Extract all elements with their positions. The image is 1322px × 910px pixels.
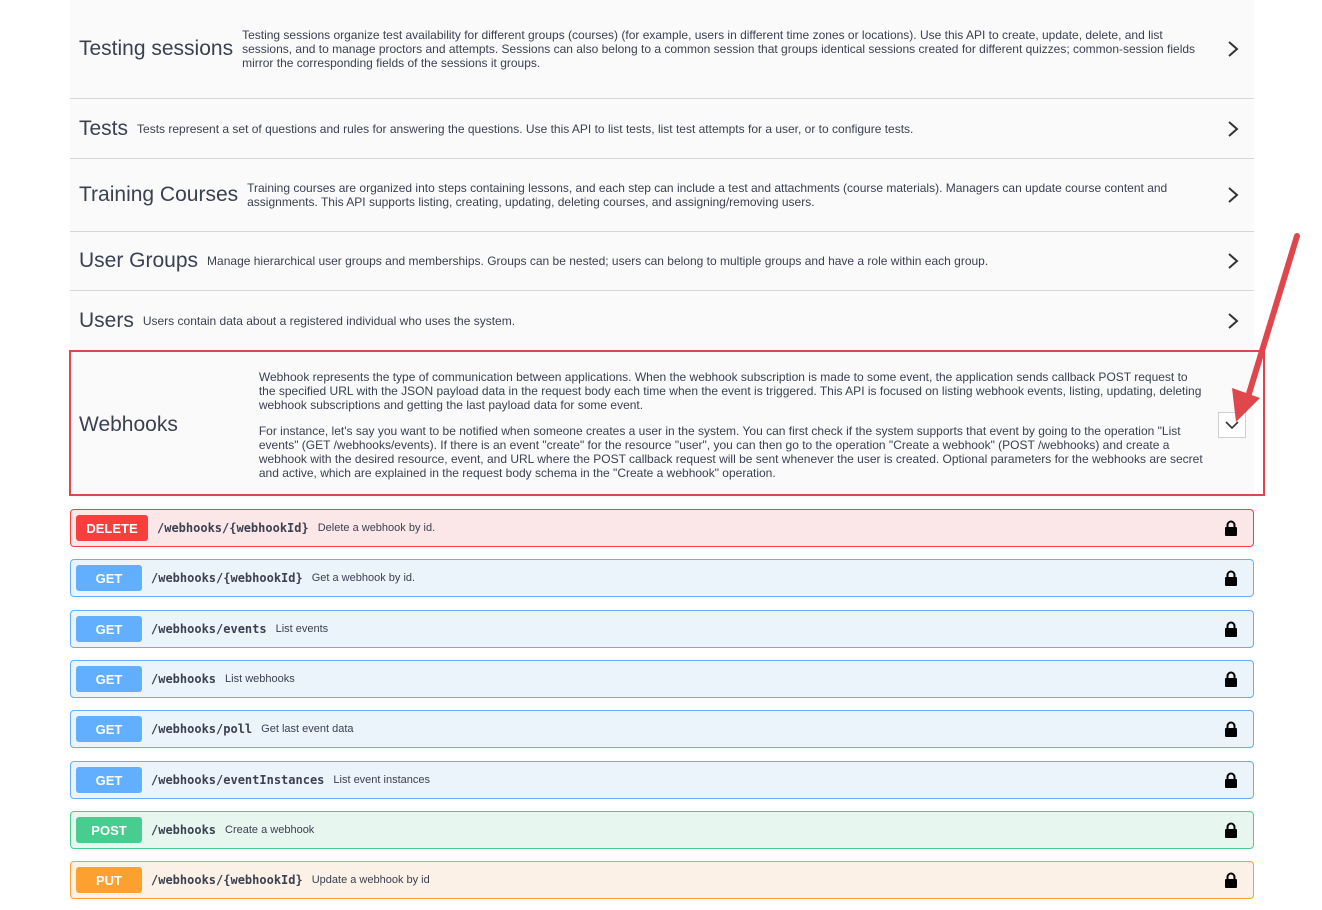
lock-icon[interactable] (1224, 671, 1238, 687)
operation-summary: List event instances (333, 774, 431, 786)
operation-list-events[interactable]: GET /webhooks/events List events (70, 610, 1254, 648)
method-badge: GET (76, 666, 142, 692)
tag-description: Tests represent a set of questions and r… (137, 121, 914, 136)
tag-description: Testing sessions organize test availabil… (242, 28, 1196, 70)
operation-poll[interactable]: GET /webhooks/poll Get last event data (70, 710, 1254, 748)
lock-icon[interactable] (1224, 570, 1238, 586)
lock-icon[interactable] (1224, 872, 1238, 888)
operation-list-webhooks[interactable]: GET /webhooks List webhooks (70, 660, 1254, 698)
lock-icon[interactable] (1224, 822, 1238, 838)
method-badge: GET (76, 565, 142, 591)
tag-description: Training courses are organized into step… (247, 181, 1168, 209)
operation-summary: List events (275, 623, 329, 635)
tag-name: Testing sessions (79, 37, 234, 60)
operation-update-webhook[interactable]: PUT /webhooks/{webhookId} Update a webho… (70, 861, 1254, 899)
method-badge: GET (76, 616, 142, 642)
operation-path: /webhooks/{webhookId} (151, 571, 303, 585)
lock-icon[interactable] (1224, 721, 1238, 737)
method-badge: POST (76, 817, 142, 843)
operation-path: /webhooks/poll (151, 722, 253, 736)
tag-name: Tests (79, 116, 129, 140)
operation-summary: Create a webhook (225, 824, 315, 836)
operation-summary: Get last event data (261, 723, 354, 735)
chevron-right-icon[interactable] (1220, 182, 1246, 208)
operation-summary: Delete a webhook by id. (317, 522, 436, 534)
operation-path: /webhooks (151, 672, 217, 686)
chevron-right-icon[interactable] (1220, 36, 1246, 62)
method-badge: GET (76, 767, 142, 793)
operation-delete-webhook[interactable]: DELETE /webhooks/{webhookId} Delete a we… (70, 509, 1254, 547)
operation-summary: Update a webhook by id (311, 874, 430, 886)
lock-icon[interactable] (1224, 772, 1238, 788)
tag-tests[interactable]: Tests Tests represent a set of questions… (70, 99, 1254, 159)
method-badge: PUT (76, 867, 142, 893)
operation-summary: Get a webhook by id. (311, 572, 416, 584)
operation-get-webhook[interactable]: GET /webhooks/{webhookId} Get a webhook … (70, 559, 1254, 597)
tag-users[interactable]: Users Users contain data about a registe… (70, 291, 1254, 351)
tag-user-groups[interactable]: User Groups Manage hierarchical user gro… (70, 232, 1254, 291)
lock-icon[interactable] (1224, 520, 1238, 536)
operation-summary: List webhooks (225, 673, 295, 685)
red-arrow-icon (1232, 233, 1300, 422)
operation-event-instances[interactable]: GET /webhooks/eventInstances List event … (70, 761, 1254, 799)
operation-path: /webhooks/eventInstances (151, 773, 325, 787)
api-tag-list: Testing sessions Testing sessions organi… (70, 0, 1254, 498)
tag-training-courses[interactable]: Training Courses Training courses are or… (70, 159, 1254, 232)
operation-path: /webhooks/{webhookId} (151, 873, 303, 887)
lock-icon[interactable] (1224, 621, 1238, 637)
method-badge: DELETE (76, 515, 148, 541)
operation-path: /webhooks (151, 823, 217, 837)
tag-description: Users contain data about a registered in… (142, 313, 516, 328)
tag-webhooks[interactable]: Webhooks Webhook represents the type of … (70, 351, 1254, 498)
operation-path: /webhooks/events (151, 622, 267, 636)
tag-name: Webhooks (79, 412, 178, 436)
tag-name: Training Courses (79, 183, 239, 206)
tag-name: Users (79, 308, 134, 332)
tag-testing-sessions[interactable]: Testing sessions Testing sessions organi… (70, 0, 1254, 99)
operation-path: /webhooks/{webhookId} (157, 521, 309, 535)
operation-create-webhook[interactable]: POST /webhooks Create a webhook (70, 811, 1254, 849)
tag-name: User Groups (79, 249, 199, 272)
chevron-right-icon[interactable] (1220, 116, 1246, 142)
tag-description: Manage hierarchical user groups and memb… (207, 254, 989, 268)
tag-description: Webhook represents the type of communica… (258, 369, 1203, 480)
method-badge: GET (76, 716, 142, 742)
